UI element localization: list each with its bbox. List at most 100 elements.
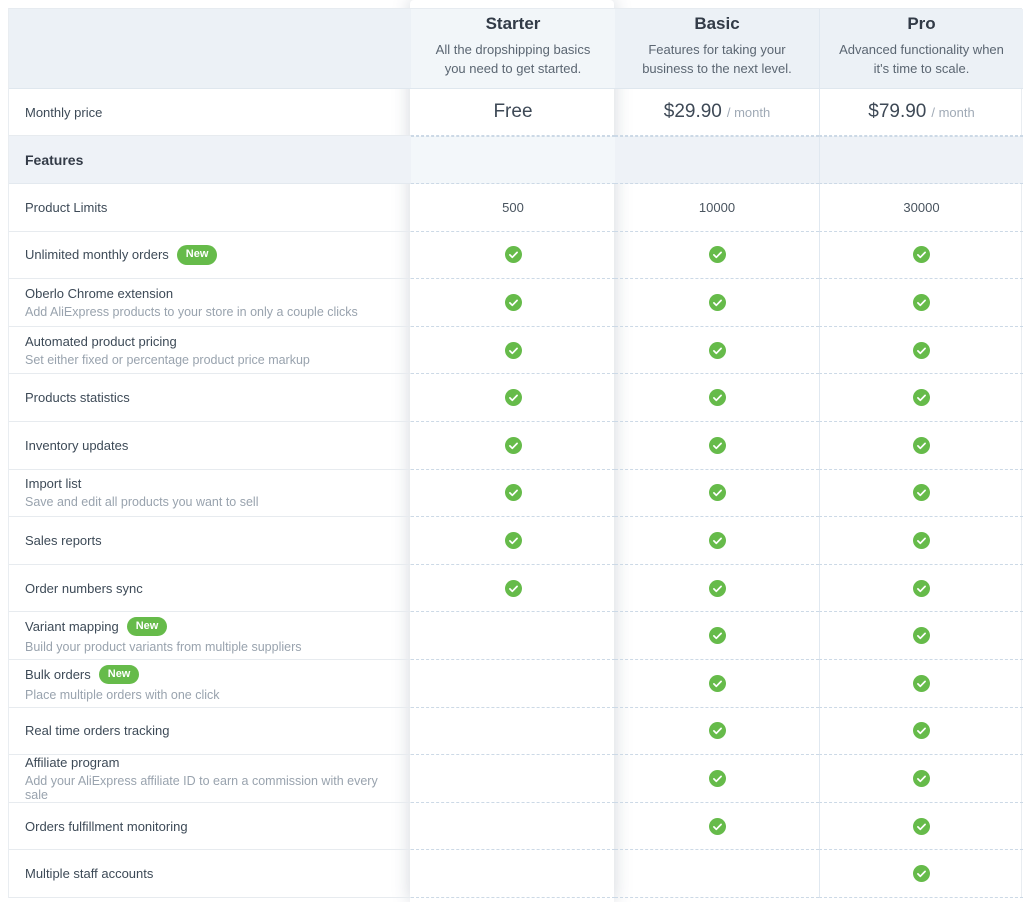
check-icon: [708, 674, 726, 692]
feature-description: Place multiple orders with one click: [25, 687, 220, 702]
feature-value-cell-starter: [411, 422, 615, 470]
feature-name: Multiple staff accounts: [25, 866, 154, 882]
price-cell-basic: $29.90 / month: [615, 89, 819, 136]
feature-value-cell-pro: [819, 421, 1023, 470]
feature-row-label: Sales reports: [9, 517, 411, 565]
check-icon: [913, 579, 930, 597]
feature-row-label: Bulk orders New Place multiple orders with…: [9, 660, 411, 708]
features-heading-spacer-starter: [411, 136, 615, 184]
check-icon: [504, 293, 522, 311]
check-icon: [708, 484, 726, 502]
feature-value: 30000: [903, 199, 940, 215]
check-icon: [708, 389, 726, 407]
feature-row-label: Unlimited monthly orders New: [9, 232, 411, 280]
feature-row-label: Variant mapping New Build your product var…: [9, 612, 411, 660]
features-heading-cell: Features: [9, 136, 411, 184]
new-badge: New: [176, 245, 218, 265]
check-icon: [708, 293, 726, 311]
feature-description: Build your product variants from multipl…: [25, 640, 302, 655]
feature-value-cell-starter: [411, 279, 615, 327]
check-icon: [708, 246, 726, 264]
check-icon: [913, 293, 930, 311]
check-icon: [913, 627, 930, 645]
feature-value-cell-pro: [819, 850, 1023, 898]
feature-name: Unlimited monthly orders: [25, 247, 169, 263]
check-icon: [708, 341, 726, 359]
feature-row-label: Orders fulfillment monitoring: [9, 803, 411, 851]
check-icon: [504, 484, 522, 502]
plan-description-pro: Advanced functionality when it's time to…: [839, 42, 1004, 76]
feature-value-cell-basic: [615, 850, 819, 898]
feature-row-label: Import list Save and edit all products yo…: [9, 470, 411, 518]
plan-header-starter: Starter All the dropshipping basics you …: [411, 9, 615, 89]
feature-value-cell-starter: [411, 708, 615, 756]
price-pro: $79.90: [868, 101, 927, 122]
feature-row-label: Multiple staff accounts: [9, 850, 411, 898]
plan-description-starter: All the dropshipping basics you need to …: [435, 42, 591, 76]
feature-value-cell-pro: [819, 564, 1023, 613]
feature-row-label: Affiliate program Add your AliExpress aff…: [9, 755, 411, 803]
feature-value-cell-basic: [615, 565, 819, 613]
price-suffix-pro: / month: [931, 104, 975, 120]
feature-value-cell-starter: [411, 327, 615, 375]
feature-value-cell-basic: [615, 374, 819, 422]
check-icon: [708, 722, 726, 740]
price-suffix-basic: / month: [726, 104, 771, 120]
feature-value-cell-starter: [411, 612, 615, 660]
feature-description: Add AliExpress products to your store in…: [25, 304, 358, 319]
feature-row-label: Products statistics: [9, 374, 411, 422]
features-heading-spacer-pro: [819, 136, 1023, 184]
check-icon: [913, 769, 930, 787]
feature-value-cell-starter: [411, 374, 615, 422]
check-icon: [708, 531, 726, 549]
feature-value-cell-basic: [615, 470, 819, 518]
price-basic: $29.90: [663, 101, 722, 122]
feature-name: Automated product pricing: [25, 333, 177, 349]
feature-name: Sales reports: [25, 532, 102, 548]
check-icon: [913, 484, 930, 502]
feature-value-cell-basic: 10000: [615, 184, 819, 232]
feature-name: Affiliate program: [25, 754, 120, 770]
feature-value-cell-starter: [411, 517, 615, 565]
feature-value-cell-basic: [615, 708, 819, 756]
feature-description: Set either fixed or percentage product p…: [25, 352, 310, 367]
plan-description-basic: Features for taking your business to the…: [642, 42, 792, 76]
feature-value-cell-pro: [819, 374, 1023, 422]
check-icon: [913, 436, 930, 454]
check-icon: [913, 341, 930, 359]
price-cell-starter: Free: [411, 89, 615, 136]
feature-value-cell-pro: [819, 707, 1023, 756]
check-icon: [913, 389, 930, 407]
feature-value-cell-starter: [411, 470, 615, 518]
new-badge: New: [126, 616, 168, 637]
feature-value-cell-basic: [615, 279, 819, 327]
feature-value-cell-starter: [411, 850, 615, 898]
plan-name-pro: Pro: [907, 14, 936, 34]
feature-value: 10000: [698, 199, 736, 215]
check-icon: [504, 389, 522, 407]
feature-value-cell-pro: [819, 612, 1023, 660]
check-icon: [913, 531, 930, 549]
feature-value-cell-basic: [615, 755, 819, 803]
feature-value-cell-starter: [411, 565, 615, 613]
feature-name: Orders fulfillment monitoring: [25, 818, 188, 834]
feature-name: Real time orders tracking: [25, 723, 170, 739]
feature-value-cell-pro: [819, 517, 1023, 565]
new-badge: New: [98, 664, 140, 684]
monthly-price-label-cell: Monthly price: [9, 89, 411, 136]
feature-value-cell-pro: 30000: [819, 184, 1023, 232]
feature-value-cell-starter: 500: [411, 184, 615, 232]
check-icon: [708, 627, 726, 645]
check-icon: [913, 722, 930, 740]
header-empty-cell: [9, 9, 411, 89]
features-heading: Features: [25, 151, 84, 168]
feature-name: Import list: [25, 476, 82, 492]
feature-value-cell-starter: [411, 660, 615, 708]
check-icon: [913, 865, 930, 883]
check-icon: [708, 817, 726, 835]
feature-value-cell-starter: [411, 755, 615, 803]
check-icon: [504, 246, 522, 264]
feature-value-cell-basic: [615, 422, 819, 470]
check-icon: [913, 674, 930, 692]
plan-name-starter: Starter: [485, 14, 541, 34]
